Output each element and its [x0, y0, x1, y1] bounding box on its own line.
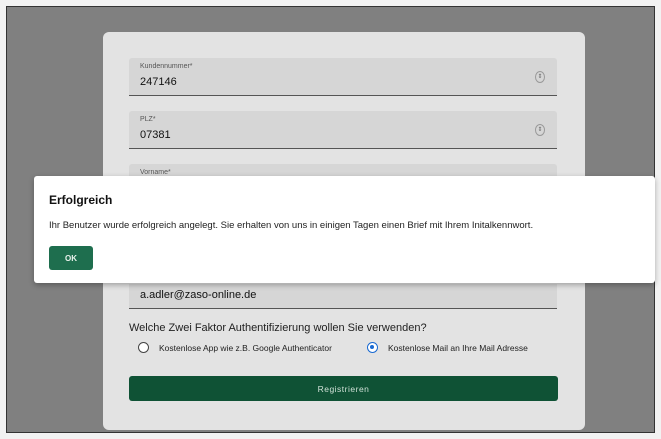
customer-number-field[interactable]: Kundennummer* 247146 ⇕	[129, 58, 557, 96]
two-factor-option-mail[interactable]: Kostenlose Mail an Ihre Mail Adresse	[367, 342, 528, 353]
postal-code-label: PLZ*	[140, 116, 156, 123]
email-value: a.adler@zaso-online.de	[140, 289, 257, 301]
customer-number-label: Kundennummer*	[140, 63, 193, 70]
first-name-label: Vorname*	[140, 169, 171, 176]
radio-checked-icon[interactable]	[367, 342, 378, 353]
ok-button[interactable]: OK	[49, 246, 93, 270]
customer-number-value: 247146	[140, 76, 177, 88]
email-field[interactable]: a.adler@zaso-online.de	[129, 284, 557, 309]
radio-unchecked-icon[interactable]	[138, 342, 149, 353]
number-spinner-icon[interactable]: ⇕	[535, 124, 545, 136]
two-factor-option-mail-label: Kostenlose Mail an Ihre Mail Adresse	[388, 342, 528, 353]
register-button[interactable]: Registrieren	[129, 376, 558, 401]
two-factor-question: Welche Zwei Faktor Authentifizierung wol…	[129, 322, 427, 334]
dialog-message: Ihr Benutzer wurde erfolgreich angelegt.…	[49, 220, 534, 231]
postal-code-field[interactable]: PLZ* 07381 ⇕	[129, 111, 557, 149]
two-factor-option-app-label: Kostenlose App wie z.B. Google Authentic…	[159, 342, 332, 353]
dialog-title: Erfolgreich	[49, 193, 113, 207]
two-factor-option-app[interactable]: Kostenlose App wie z.B. Google Authentic…	[138, 342, 332, 353]
postal-code-value: 07381	[140, 129, 171, 141]
number-spinner-icon[interactable]: ⇕	[535, 71, 545, 83]
success-dialog: Erfolgreich Ihr Benutzer wurde erfolgrei…	[34, 176, 655, 283]
